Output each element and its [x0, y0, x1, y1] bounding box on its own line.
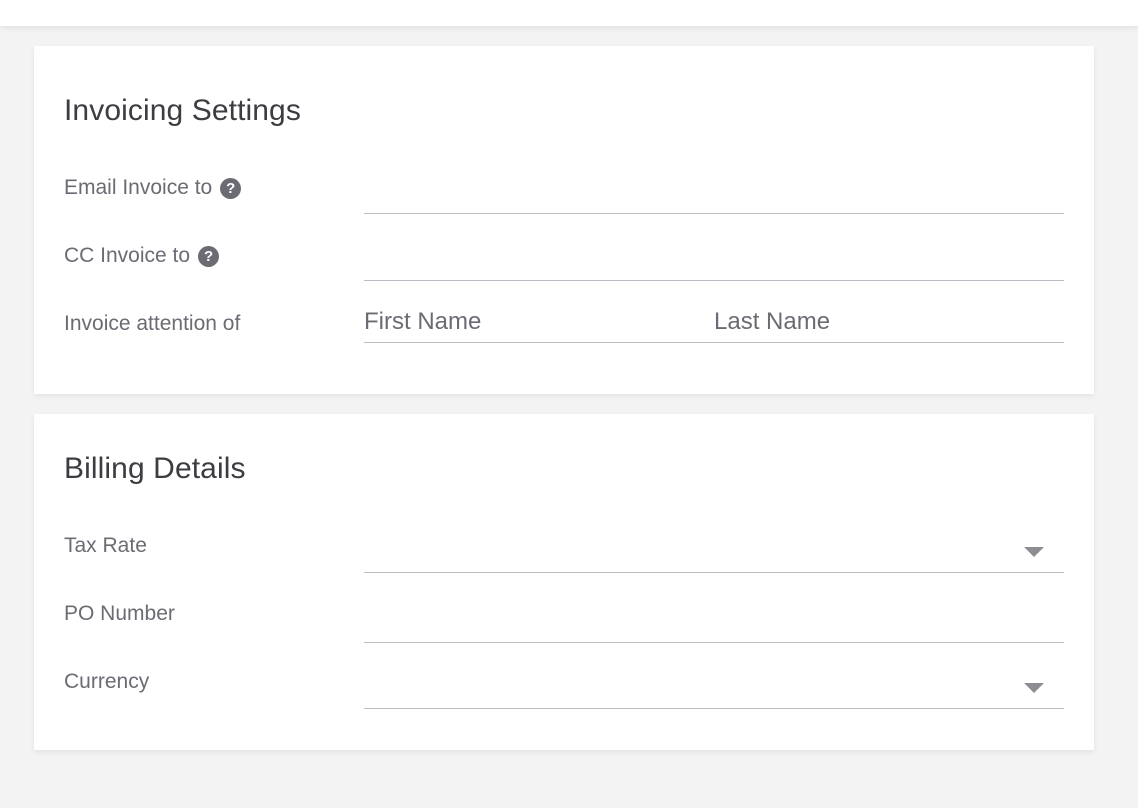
po-number-input[interactable]	[364, 603, 1064, 643]
billing-details-card: Billing Details Tax Rate PO Number Curre…	[34, 414, 1094, 750]
cc-invoice-label: CC Invoice to	[64, 244, 191, 267]
question-circle-icon[interactable]: ?	[220, 177, 242, 199]
attention-name-fields	[364, 303, 1064, 343]
invoice-attention-label-wrap: Invoice attention of	[64, 312, 240, 336]
po-number-row: PO Number	[64, 594, 1064, 644]
cc-invoice-row: CC Invoice to ?	[64, 234, 1064, 284]
top-bar	[0, 0, 1138, 26]
tax-rate-select[interactable]	[364, 533, 1064, 573]
invoice-attention-label: Invoice attention of	[64, 312, 241, 335]
billing-details-title: Billing Details	[64, 452, 246, 485]
po-number-label: PO Number	[64, 602, 175, 625]
invoicing-settings-card: Invoicing Settings Email Invoice to ? CC…	[34, 46, 1094, 394]
invoicing-settings-title: Invoicing Settings	[64, 94, 301, 127]
tax-rate-label-wrap: Tax Rate	[64, 534, 147, 558]
first-name-input[interactable]	[364, 303, 704, 341]
caret-down-icon	[1024, 683, 1044, 693]
po-number-label-wrap: PO Number	[64, 602, 175, 626]
caret-down-icon	[1024, 547, 1044, 557]
cc-invoice-label-wrap: CC Invoice to ?	[64, 244, 220, 268]
invoice-attention-row: Invoice attention of	[64, 302, 1064, 352]
email-invoice-input[interactable]	[364, 174, 1064, 214]
currency-select[interactable]	[364, 669, 1064, 709]
currency-label: Currency	[64, 670, 150, 693]
last-name-input[interactable]	[714, 303, 1054, 341]
email-invoice-label: Email Invoice to	[64, 176, 213, 199]
tax-rate-row: Tax Rate	[64, 526, 1064, 576]
cc-invoice-input[interactable]	[364, 241, 1064, 281]
currency-label-wrap: Currency	[64, 670, 149, 694]
tax-rate-label: Tax Rate	[64, 534, 147, 557]
email-invoice-label-wrap: Email Invoice to ?	[64, 176, 242, 200]
currency-row: Currency	[64, 662, 1064, 712]
email-invoice-row: Email Invoice to ?	[64, 166, 1064, 216]
question-circle-icon[interactable]: ?	[198, 245, 220, 267]
